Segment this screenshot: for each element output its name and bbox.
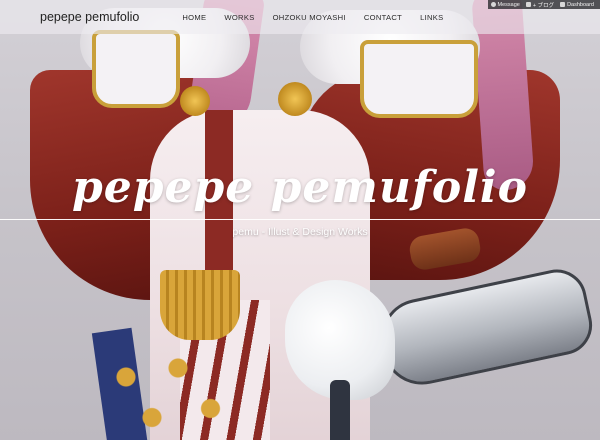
admin-toolbar: Message + ブログ Dashboard [487, 0, 600, 9]
nav-links[interactable]: LINKS [411, 13, 452, 22]
plus-icon [525, 2, 531, 7]
pauldron-left [92, 30, 180, 108]
nav-contact[interactable]: CONTACT [355, 13, 411, 22]
admin-message[interactable]: Message [488, 2, 523, 8]
admin-new-label: + ブログ [532, 2, 555, 9]
gold-tassel [160, 270, 240, 340]
gold-ornaments [100, 350, 230, 440]
main-nav: HOME WORKS OHZOKU MOYASHI CONTACT LINKS [173, 13, 452, 22]
medal-right [278, 82, 312, 116]
home-icon [560, 2, 566, 7]
comment-icon [490, 2, 496, 7]
nav-home[interactable]: HOME [173, 13, 215, 22]
admin-new[interactable]: + ブログ [523, 1, 557, 9]
admin-dashboard[interactable]: Dashboard [557, 2, 597, 8]
hero-illustration [0, 0, 600, 440]
sword-hilt [330, 380, 350, 440]
pauldron-right [360, 40, 478, 118]
hero-divider [0, 219, 600, 220]
admin-dashboard-label: Dashboard [567, 1, 594, 8]
nav-works[interactable]: WORKS [215, 13, 263, 22]
hero-subtitle: pemu - Illust & Design Works [232, 226, 368, 238]
nav-ohzoku-moyashi[interactable]: OHZOKU MOYASHI [264, 13, 355, 22]
medal-left [180, 86, 210, 116]
gauntlet [373, 264, 598, 392]
hero-title: pepepe pemufolio [72, 162, 528, 213]
site-brand-link[interactable]: pepepe pemufolio [40, 10, 139, 24]
admin-message-label: Message [497, 1, 520, 8]
